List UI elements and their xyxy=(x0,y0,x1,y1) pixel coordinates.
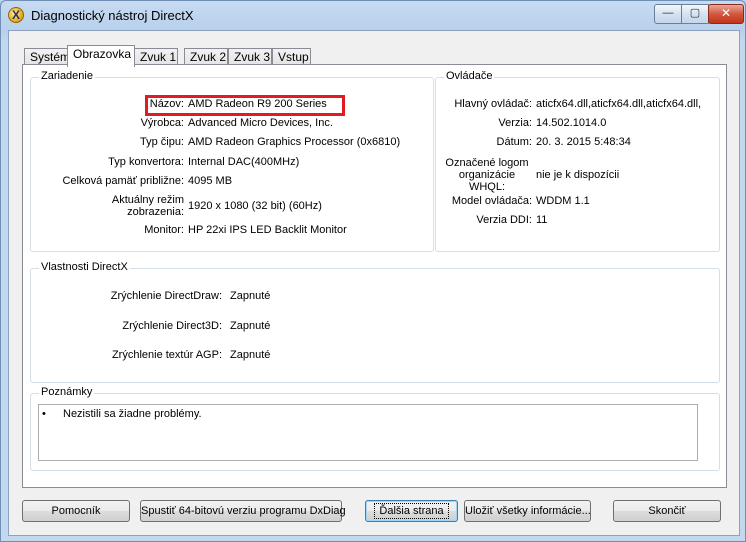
notes-textbox[interactable]: • Nezistili sa žiadne problémy. xyxy=(38,404,698,461)
maximize-button[interactable]: ▢ xyxy=(681,4,709,24)
date-label: Dátum: xyxy=(496,136,532,148)
notes-item: Nezistili sa žiadne problémy. xyxy=(63,408,202,420)
monitor-value: HP 22xi IPS LED Backlit Monitor xyxy=(188,224,347,236)
dxdiag-window: X Diagnostický nástroj DirectX — ▢ ✕ Sys… xyxy=(0,0,746,542)
dac-type-label: Typ konvertora: xyxy=(108,156,184,168)
directx-legend: Vlastnosti DirectX xyxy=(39,261,130,273)
client-area: Systém Obrazovka Zvuk 1 Zvuk 2 Zvuk 3 Vs… xyxy=(8,30,740,536)
help-button[interactable]: Pomocník xyxy=(22,500,130,522)
title-bar[interactable]: X Diagnostický nástroj DirectX — ▢ ✕ xyxy=(1,1,745,29)
chip-type-label: Typ čipu: xyxy=(139,136,184,148)
manufacturer-label: Výrobca: xyxy=(140,117,184,129)
whql-label: Označené logom organizácie WHQL: xyxy=(445,157,529,193)
next-page-label: Ďalšia strana xyxy=(374,503,449,519)
direct3d-label: Zrýchlenie Direct3D: xyxy=(122,320,222,332)
exit-button[interactable]: Skončiť xyxy=(613,500,721,522)
version-value: 14.502.1014.0 xyxy=(536,117,607,129)
ddi-version-label: Verzia DDI: xyxy=(476,214,532,226)
main-driver-value: aticfx64.dll,aticfx64.dll,aticfx64.dll, xyxy=(536,98,702,110)
device-group: Zariadenie Názov: AMD Radeon R9 200 Seri… xyxy=(30,70,434,252)
close-button[interactable]: ✕ xyxy=(708,4,744,24)
bullet-icon: • xyxy=(42,408,46,420)
drivers-group: Ovládače Hlavný ovládač: aticfx64.dll,at… xyxy=(435,70,720,252)
total-memory-value: 4095 MB xyxy=(188,175,233,187)
minimize-button[interactable]: — xyxy=(654,4,682,24)
whql-value: nie je k dispozícii xyxy=(536,169,620,181)
display-tab-panel: Zariadenie Názov: AMD Radeon R9 200 Seri… xyxy=(22,64,727,488)
drivers-legend: Ovládače xyxy=(444,70,495,82)
device-name-label: Názov: xyxy=(149,98,184,110)
window-title: Diagnostický nástroj DirectX xyxy=(31,8,194,23)
display-mode-label: Aktuálny režim zobrazenia: xyxy=(111,194,184,218)
directdraw-label: Zrýchlenie DirectDraw: xyxy=(110,290,222,302)
date-value: 20. 3. 2015 5:48:34 xyxy=(536,136,631,148)
device-legend: Zariadenie xyxy=(39,70,95,82)
save-all-button[interactable]: Uložiť všetky informácie... xyxy=(464,500,591,522)
ddi-version-value: 11 xyxy=(536,214,548,226)
chip-type-value: AMD Radeon Graphics Processor (0x6810) xyxy=(188,136,401,148)
manufacturer-value: Advanced Micro Devices, Inc. xyxy=(188,117,333,129)
main-driver-label: Hlavný ovládač: xyxy=(454,98,532,110)
total-memory-label: Celková pamäť približne: xyxy=(62,175,184,187)
version-label: Verzia: xyxy=(498,117,532,129)
run-64bit-button[interactable]: Spustiť 64-bitovú verziu programu DxDiag xyxy=(140,500,346,522)
notes-legend: Poznámky xyxy=(39,386,95,398)
agp-label: Zrýchlenie textúr AGP: xyxy=(111,349,222,361)
device-name-value: AMD Radeon R9 200 Series xyxy=(188,98,327,110)
tab-display[interactable]: Obrazovka xyxy=(67,45,135,67)
monitor-label: Monitor: xyxy=(144,224,184,236)
directx-features-group: Vlastnosti DirectX Zrýchlenie DirectDraw… xyxy=(30,261,720,383)
notes-group: Poznámky • Nezistili sa žiadne problémy. xyxy=(30,386,720,471)
directx-icon: X xyxy=(8,7,24,23)
driver-model-label: Model ovládača: xyxy=(451,195,532,207)
directdraw-value: Zapnuté xyxy=(230,290,271,302)
dac-type-value: Internal DAC(400MHz) xyxy=(188,156,300,168)
display-mode-value: 1920 x 1080 (32 bit) (60Hz) xyxy=(188,200,322,212)
next-page-button[interactable]: Ďalšia strana xyxy=(365,500,458,522)
agp-value: Zapnuté xyxy=(230,349,271,361)
direct3d-value: Zapnuté xyxy=(230,320,271,332)
driver-model-value: WDDM 1.1 xyxy=(536,195,590,207)
